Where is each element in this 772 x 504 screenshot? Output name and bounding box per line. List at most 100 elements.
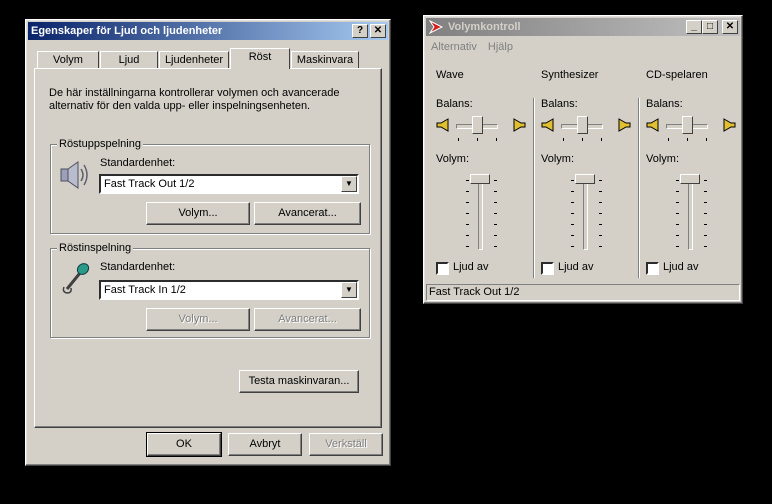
volume-tick — [676, 180, 679, 181]
volume-label: Volym: — [541, 153, 575, 165]
balance-tick — [458, 138, 459, 141]
recording-volume-button: Volym... — [146, 308, 250, 331]
balance-tick — [687, 138, 688, 141]
balance-tick — [601, 138, 602, 141]
volume-control-window: Volymkontroll _ □ ✕ Alternativ Hjälp Wav… — [423, 15, 743, 304]
volume-tick — [494, 213, 497, 214]
mute-checkbox[interactable] — [541, 262, 554, 275]
volume-track — [478, 176, 483, 250]
maximize-button[interactable]: □ — [702, 20, 718, 34]
volume-tick — [599, 213, 602, 214]
channel-name: Wave — [436, 69, 464, 81]
balance-tick — [706, 138, 707, 141]
speaker-right-icon — [723, 118, 736, 132]
volume-tick — [494, 235, 497, 236]
channel-name: Synthesizer — [541, 69, 599, 81]
balance-label: Balans: — [541, 98, 578, 110]
mixer-channel: Synthesizer Balans: Volym: Ljud av — [539, 56, 640, 282]
playback-device-value: Fast Track Out 1/2 — [104, 178, 195, 190]
speaker-icon — [60, 161, 88, 189]
channel-divider — [638, 98, 640, 278]
volume-tick — [704, 246, 707, 247]
mute-label: Ljud av — [558, 261, 594, 273]
playback-volume-button[interactable]: Volym... — [146, 202, 250, 225]
window-title: Egenskaper för Ljud och ljudenheter — [31, 25, 223, 37]
playback-device-select[interactable]: Fast Track Out 1/2 ▼ — [99, 174, 359, 194]
mute-checkbox[interactable] — [436, 262, 449, 275]
channel-divider — [533, 98, 535, 278]
microphone-icon — [62, 263, 90, 294]
volume-track — [688, 176, 693, 250]
recording-device-select[interactable]: Fast Track In 1/2 ▼ — [99, 280, 359, 300]
volume-tick — [704, 180, 707, 181]
volume-tick — [494, 246, 497, 247]
menu-bar: Alternativ Hjälp — [426, 38, 513, 56]
speaker-left-icon — [541, 118, 554, 132]
volume-tick — [466, 191, 469, 192]
cancel-button[interactable]: Avbryt — [228, 433, 302, 456]
test-hardware-button[interactable]: Testa maskinvaran... — [239, 370, 359, 393]
volume-tick — [676, 213, 679, 214]
volume-tick — [571, 202, 574, 203]
balance-tick — [477, 138, 478, 141]
balance-slider[interactable] — [682, 116, 693, 134]
balance-tick — [582, 138, 583, 141]
title-bar[interactable]: Egenskaper för Ljud och ljudenheter ? ✕ — [28, 22, 388, 40]
balance-label: Balans: — [646, 98, 683, 110]
speaker-left-icon — [436, 118, 449, 132]
speaker-right-icon — [513, 118, 526, 132]
channel-name: CD-spelaren — [646, 69, 708, 81]
chevron-down-icon[interactable]: ▼ — [341, 282, 357, 298]
close-button[interactable]: ✕ — [370, 24, 386, 38]
volume-tick — [704, 191, 707, 192]
volume-tick — [599, 246, 602, 247]
volume-tick — [676, 224, 679, 225]
volume-slider[interactable] — [575, 174, 595, 184]
volume-tick — [676, 191, 679, 192]
balance-slider[interactable] — [577, 116, 588, 134]
volume-tick — [676, 246, 679, 247]
volume-tick — [676, 202, 679, 203]
mute-checkbox[interactable] — [646, 262, 659, 275]
playback-advanced-button[interactable]: Avancerat... — [254, 202, 361, 225]
window-title: Volymkontroll — [448, 21, 521, 33]
ok-button[interactable]: OK — [146, 432, 222, 457]
minimize-button[interactable]: _ — [686, 20, 702, 34]
mute-label: Ljud av — [453, 261, 489, 273]
tab-ljud[interactable]: Ljud — [100, 51, 158, 69]
recording-group: Röstinspelning Standardenhet: Fast Track… — [50, 242, 370, 338]
volume-tick — [494, 180, 497, 181]
apply-button: Verkställ — [309, 433, 383, 456]
volume-slider[interactable] — [680, 174, 700, 184]
menu-item-alternativ[interactable]: Alternativ — [431, 41, 477, 53]
volume-slider[interactable] — [470, 174, 490, 184]
volume-label: Volym: — [436, 153, 470, 165]
playback-device-label: Standardenhet: — [100, 157, 176, 169]
tab-volym[interactable]: Volym — [37, 51, 99, 69]
tab-rost[interactable]: Röst — [230, 48, 290, 69]
volume-tick — [494, 191, 497, 192]
recording-device-label: Standardenhet: — [100, 261, 176, 273]
volume-track — [583, 176, 588, 250]
tab-ljudenheter[interactable]: Ljudenheter — [159, 51, 229, 69]
chevron-down-icon[interactable]: ▼ — [341, 176, 357, 192]
volume-tick — [571, 180, 574, 181]
menu-item-hjalp[interactable]: Hjälp — [488, 41, 513, 53]
mute-label: Ljud av — [663, 261, 699, 273]
title-bar[interactable]: Volymkontroll _ □ ✕ — [426, 18, 740, 36]
tab-maskinvara[interactable]: Maskinvara — [291, 51, 359, 69]
playback-group: Röstuppspelning Standardenhet: Fast Trac… — [50, 138, 370, 234]
balance-label: Balans: — [436, 98, 473, 110]
balance-slider[interactable] — [472, 116, 483, 134]
help-button[interactable]: ? — [352, 24, 368, 38]
close-button[interactable]: ✕ — [722, 20, 738, 34]
status-bar: Fast Track Out 1/2 — [426, 284, 740, 301]
volume-tick — [494, 202, 497, 203]
volume-tick — [599, 191, 602, 192]
playback-group-label: Röstuppspelning — [57, 138, 143, 150]
recording-group-label: Röstinspelning — [57, 242, 134, 254]
speaker-right-icon — [618, 118, 631, 132]
tab-panel: De här inställningarna kontrollerar voly… — [34, 68, 382, 428]
volume-tick — [704, 202, 707, 203]
mixer-channel: Wave Balans: Volym: Ljud av — [434, 56, 535, 282]
